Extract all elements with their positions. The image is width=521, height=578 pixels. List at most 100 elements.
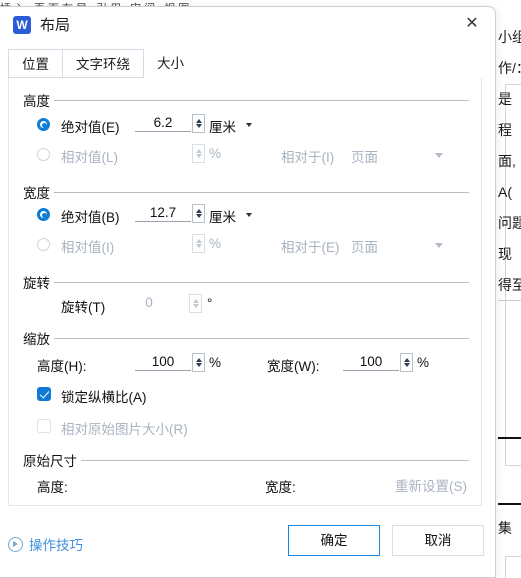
height-relative-to-value[interactable]: 页面 xyxy=(351,146,378,166)
background-document-text: 小组 作/： 是 程 面, A( 问题 现 得至 xyxy=(498,22,521,301)
relative-original-size-checkbox[interactable] xyxy=(37,419,51,433)
height-relative-to-label: 相对于(I) xyxy=(281,150,335,165)
stepper-up-icon[interactable] xyxy=(195,358,202,362)
width-group-header: 宽度 xyxy=(23,182,469,202)
dialog-title: 布局 xyxy=(40,17,71,34)
chevron-down-icon[interactable] xyxy=(435,243,443,248)
reset-button[interactable]: 重新设置(S) xyxy=(395,475,467,495)
height-relative-row: 相对值(L) % 相对于(I) 页面 xyxy=(9,144,483,168)
chevron-down-icon[interactable] xyxy=(246,213,252,217)
height-relative-input[interactable] xyxy=(135,145,191,146)
width-absolute-stepper[interactable] xyxy=(192,204,205,223)
height-relative-label: 相对值(L) xyxy=(61,150,118,165)
rotate-label: 旋转(T) xyxy=(61,300,106,315)
tab-text-wrapping[interactable]: 文字环绕 xyxy=(62,49,144,78)
layout-dialog: W 布局 ✕ 位置 文字环绕 大小 高度 绝对值(E) 6.2 厘米 相对值(L… xyxy=(0,6,496,578)
cancel-button[interactable]: 取消 xyxy=(392,525,484,556)
stepper-up-icon[interactable] xyxy=(192,299,199,303)
height-group-label: 高度 xyxy=(23,94,50,109)
width-relative-row: 相对值(I) % 相对于(E) 页面 xyxy=(9,234,483,258)
scale-height-label: 高度(H): xyxy=(37,359,87,374)
rotate-input[interactable]: 0 xyxy=(121,295,177,311)
height-group-header: 高度 xyxy=(23,90,469,110)
scale-height-input[interactable]: 100 xyxy=(135,354,191,371)
width-relative-to-label: 相对于(E) xyxy=(281,240,340,255)
dialog-titlebar: W 布局 ✕ xyxy=(0,7,495,41)
width-relative-to-value[interactable]: 页面 xyxy=(351,236,378,256)
height-absolute-input[interactable]: 6.2 xyxy=(135,115,191,132)
background-line: 是 xyxy=(498,91,512,107)
height-relative-stepper[interactable] xyxy=(192,144,205,163)
stepper-down-icon[interactable] xyxy=(195,244,202,248)
background-bottom-text: 集 xyxy=(498,520,512,536)
close-icon[interactable]: ✕ xyxy=(459,12,485,36)
stepper-up-icon[interactable] xyxy=(195,119,202,123)
width-absolute-unit[interactable]: 厘米 xyxy=(209,206,236,226)
height-relative-unit: % xyxy=(209,146,222,161)
background-line: 作/： xyxy=(498,60,521,76)
height-relative-radio[interactable] xyxy=(37,148,50,161)
stepper-down-icon[interactable] xyxy=(195,124,202,128)
operation-tips-link[interactable]: 操作技巧 xyxy=(8,534,83,554)
background-line: 问题 xyxy=(498,215,521,231)
play-circle-icon xyxy=(8,536,23,552)
scale-width-stepper[interactable] xyxy=(400,353,413,372)
background-line: 现 xyxy=(498,246,512,262)
stepper-down-icon[interactable] xyxy=(195,154,202,158)
group-divider xyxy=(54,281,469,283)
stepper-down-icon[interactable] xyxy=(192,304,199,308)
width-absolute-row: 绝对值(B) 12.7 厘米 xyxy=(9,204,483,228)
rotate-row: 旋转(T) 0 ° xyxy=(9,294,483,318)
height-absolute-row: 绝对值(E) 6.2 厘米 xyxy=(9,114,483,138)
dialog-footer: 操作技巧 确定 取消 xyxy=(0,512,494,578)
background-line: A( xyxy=(498,184,512,200)
group-divider xyxy=(54,99,469,101)
scale-group-header: 缩放 xyxy=(23,328,469,348)
chevron-down-icon[interactable] xyxy=(435,153,443,158)
scale-height-stepper[interactable] xyxy=(192,353,205,372)
background-line: 程 xyxy=(498,122,512,138)
stepper-down-icon[interactable] xyxy=(195,363,202,367)
dialog-tabs: 位置 文字环绕 大小 xyxy=(8,49,197,79)
ok-button[interactable]: 确定 xyxy=(288,525,380,556)
stepper-up-icon[interactable] xyxy=(403,358,410,362)
lock-aspect-ratio-row: 锁定纵横比(A) xyxy=(9,384,483,408)
tab-size[interactable]: 大小 xyxy=(144,49,197,78)
background-task-panel-secondary xyxy=(505,556,521,578)
original-width-label: 宽度: xyxy=(265,480,296,495)
lock-aspect-ratio-label: 锁定纵横比(A) xyxy=(61,390,147,405)
relative-original-size-row: 相对原始图片大小(R) xyxy=(9,416,483,440)
tab-position[interactable]: 位置 xyxy=(8,49,62,78)
background-line: 得至 xyxy=(498,277,521,293)
width-absolute-radio[interactable] xyxy=(37,208,50,221)
scale-width-unit: % xyxy=(417,355,430,370)
stepper-down-icon[interactable] xyxy=(195,214,202,218)
original-size-group-header: 原始尺寸 xyxy=(23,450,469,470)
width-relative-stepper[interactable] xyxy=(192,234,205,253)
width-relative-radio[interactable] xyxy=(37,238,50,251)
dialog-content: 高度 绝对值(E) 6.2 厘米 相对值(L) % 相对于(I) 页面 宽度 绝… xyxy=(8,78,482,506)
width-absolute-label: 绝对值(B) xyxy=(61,210,120,225)
scale-height-unit: % xyxy=(209,355,222,370)
scale-group-label: 缩放 xyxy=(23,332,50,347)
width-relative-label: 相对值(I) xyxy=(61,240,115,255)
scale-width-input[interactable]: 100 xyxy=(343,354,399,371)
operation-tips-label: 操作技巧 xyxy=(29,538,83,553)
word-app-icon: W xyxy=(13,16,31,34)
stepper-up-icon[interactable] xyxy=(195,149,202,153)
stepper-up-icon[interactable] xyxy=(195,209,202,213)
height-absolute-unit[interactable]: 厘米 xyxy=(209,116,236,136)
rotate-stepper[interactable] xyxy=(189,294,202,313)
stepper-down-icon[interactable] xyxy=(403,363,410,367)
width-absolute-input[interactable]: 12.7 xyxy=(135,205,191,222)
stepper-up-icon[interactable] xyxy=(195,239,202,243)
chevron-down-icon[interactable] xyxy=(246,123,252,127)
height-absolute-radio[interactable] xyxy=(37,118,50,131)
rotate-unit: ° xyxy=(207,296,213,311)
lock-aspect-ratio-checkbox[interactable] xyxy=(37,387,51,401)
height-absolute-stepper[interactable] xyxy=(192,114,205,133)
width-relative-unit: % xyxy=(209,236,222,251)
background-divider xyxy=(498,503,521,505)
width-relative-input[interactable] xyxy=(135,235,191,236)
background-line: 小组 xyxy=(498,29,521,45)
